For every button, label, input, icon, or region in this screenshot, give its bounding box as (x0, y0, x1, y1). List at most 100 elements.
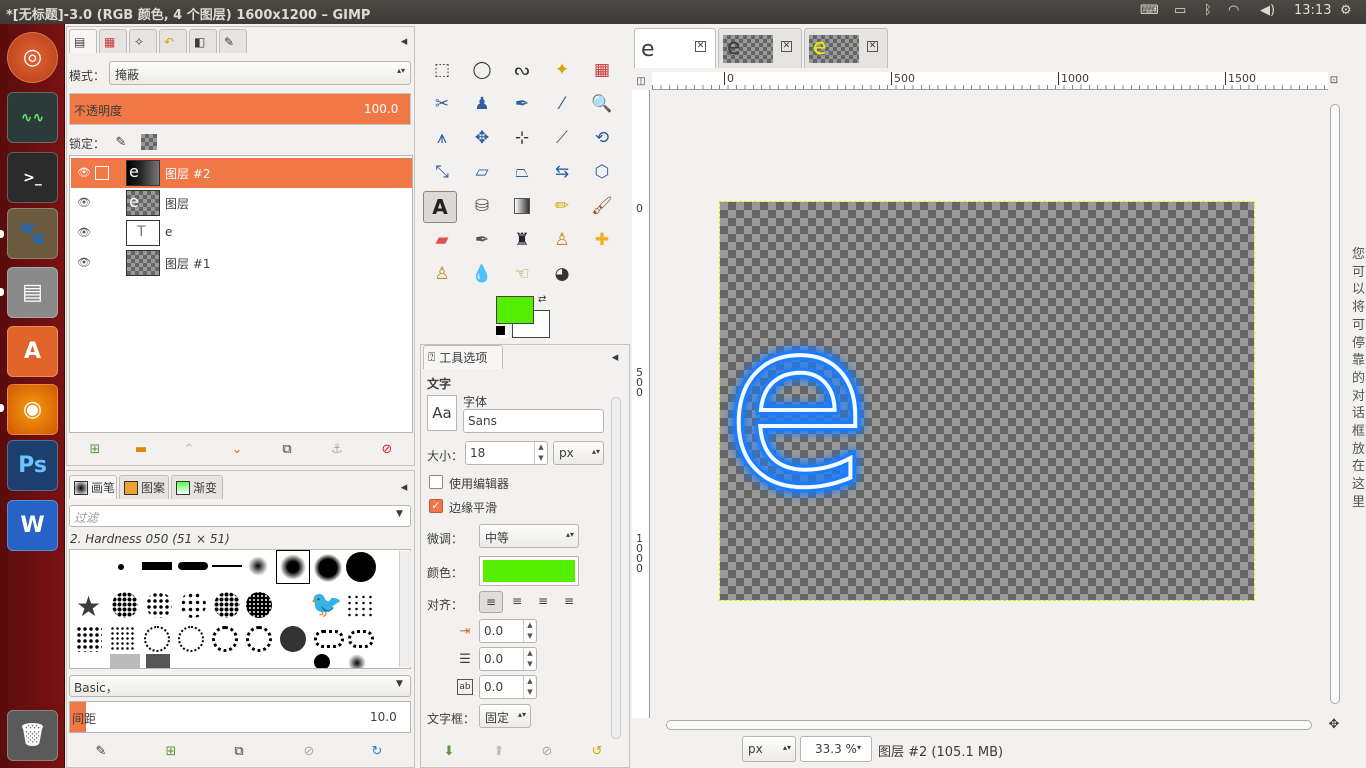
scale-icon[interactable]: ⤡ (428, 158, 456, 186)
airbrush-icon[interactable]: ✒ (468, 226, 496, 254)
pencil-icon[interactable]: ✏ (548, 192, 576, 220)
ubuntu-icon[interactable]: ◎ (7, 32, 58, 83)
foreground-color[interactable] (496, 296, 534, 324)
dock-menu-icon[interactable]: ◂ (396, 33, 412, 49)
unit-select[interactable]: px ▴▾ (742, 736, 796, 762)
mode-select[interactable]: 掩蔽 ▴▾ (109, 61, 411, 85)
channels-tab-icon[interactable]: ▦ (99, 29, 127, 53)
image-tab-3[interactable]: e ✕ (804, 28, 888, 68)
eye-icon[interactable]: 👁 (77, 256, 91, 269)
color-picker-icon[interactable]: ⁄ (548, 90, 576, 118)
brush-item[interactable] (110, 626, 136, 652)
brush-item[interactable] (112, 592, 138, 618)
duplicate-layer-icon[interactable]: ⧉ (279, 441, 295, 457)
brush-item[interactable] (246, 592, 272, 618)
brush-item-selected[interactable] (276, 550, 310, 584)
eraser-icon[interactable]: ▰ (428, 226, 456, 254)
layer-row-4[interactable]: 👁 图层 #1 (71, 248, 412, 278)
brush-item[interactable] (180, 592, 206, 618)
canvas-area[interactable]: e e (652, 90, 1328, 718)
tab-brushes[interactable]: 画笔 (69, 475, 117, 499)
rect-select-icon[interactable]: ⬚ (428, 56, 456, 84)
brush-item[interactable] (146, 654, 170, 668)
anchor-icon[interactable]: ⚓ (329, 441, 345, 457)
brush-tab-icon[interactable]: ✎ (219, 29, 247, 53)
justify-center-icon[interactable]: ≡ (531, 591, 555, 613)
box-select[interactable]: 固定 ▴▾ (479, 704, 531, 728)
tool-options-scrollbar[interactable] (611, 397, 621, 739)
brush-item[interactable] (346, 552, 376, 582)
new-group-icon[interactable]: ▬ (133, 441, 149, 457)
undo-tab-icon[interactable]: ↶ (159, 29, 187, 53)
flip-icon[interactable]: ⇆ (548, 158, 576, 186)
brush-item[interactable] (76, 626, 102, 652)
size-unit-select[interactable]: px ▴▾ (553, 441, 604, 465)
tab-patterns[interactable]: 图案 (119, 475, 169, 499)
brush-item[interactable] (146, 592, 172, 618)
blend-icon[interactable] (508, 192, 536, 220)
move-icon[interactable]: ✥ (468, 124, 496, 152)
brush-item[interactable] (246, 626, 272, 652)
gradient-tab-icon[interactable]: ◧ (189, 29, 217, 53)
text-tool-icon[interactable]: A (423, 191, 457, 223)
hinting-select[interactable]: 中等 ▴▾ (479, 524, 579, 548)
brush-item[interactable] (348, 630, 374, 648)
bluetooth-icon[interactable]: ᛒ (1204, 3, 1212, 18)
firefox-icon[interactable]: ◉ (7, 384, 58, 435)
wifi-icon[interactable]: ◠ (1228, 3, 1239, 18)
scissors-icon[interactable]: ✂ (428, 90, 456, 118)
restore-options-icon[interactable]: ⬆ (491, 743, 507, 759)
files-icon[interactable]: ▤ (7, 267, 58, 318)
gimp-icon[interactable]: 🐾 (7, 208, 58, 259)
paths-icon[interactable]: ✒ (508, 90, 536, 118)
justify-left-icon[interactable]: ≡ (479, 591, 503, 613)
tag-select[interactable]: Basic， ▼ (69, 675, 411, 697)
antialias-checkbox[interactable]: ✓ (429, 499, 443, 513)
brush-item[interactable] (314, 654, 330, 668)
brush-item[interactable] (178, 562, 208, 570)
terminal-icon[interactable]: >_ (7, 152, 58, 203)
vertical-ruler[interactable]: 0 500 1000 (632, 90, 650, 718)
text-color-button[interactable] (479, 556, 579, 586)
close-icon[interactable]: ✕ (867, 41, 878, 52)
chain-toggle[interactable] (95, 166, 109, 180)
zoom-fit-icon[interactable]: ⊡ (1326, 72, 1342, 88)
zoom-input[interactable]: 33.3 % ▾ (800, 736, 872, 762)
perspective-clone-icon[interactable]: ♙ (428, 260, 456, 288)
line-spacing-input[interactable]: 0.0 ▲ ▼ (479, 647, 537, 671)
size-input[interactable]: 18 ▲ ▼ (465, 441, 548, 465)
heal-icon[interactable]: ✚ (588, 226, 616, 254)
brush-item[interactable] (178, 626, 204, 652)
tab-gradients[interactable]: 渐变 (171, 475, 223, 499)
layer-row-1[interactable]: 👁 e 图层 #2 (71, 158, 412, 188)
dock-menu-icon[interactable]: ◂ (607, 349, 623, 365)
horizontal-ruler[interactable]: 0 500 1000 1500 (652, 72, 1328, 90)
brush-item[interactable] (142, 562, 172, 570)
eye-icon[interactable]: 👁 (77, 226, 91, 239)
zoom-icon[interactable]: 🔍 (588, 90, 616, 118)
edit-brush-icon[interactable]: ✎ (93, 743, 109, 759)
justify-right-icon[interactable]: ≡ (505, 591, 529, 613)
brush-item[interactable] (346, 594, 372, 618)
wps-writer-icon[interactable]: W (7, 500, 58, 551)
new-brush-icon[interactable]: ⊞ (163, 743, 179, 759)
font-input[interactable]: Sans (463, 409, 604, 433)
ink-icon[interactable]: ♜ (508, 226, 536, 254)
image-tab-2[interactable]: e ✕ (718, 28, 802, 68)
brush-item[interactable] (118, 564, 124, 570)
quick-mask-icon[interactable]: ◫ (633, 73, 649, 89)
shear-icon[interactable]: ▱ (468, 158, 496, 186)
blur-icon[interactable]: 💧 (468, 260, 496, 288)
justify-fill-icon[interactable]: ≡ (557, 591, 581, 613)
color-select-icon[interactable]: ▦ (588, 56, 616, 84)
image-canvas[interactable]: e e (719, 201, 1255, 601)
save-options-icon[interactable]: ⬇ (441, 743, 457, 759)
new-layer-icon[interactable]: ⊞ (87, 441, 103, 457)
photoshop-icon[interactable]: Ps (7, 440, 58, 491)
reset-options-icon[interactable]: ↺ (589, 743, 605, 759)
use-editor-checkbox[interactable] (429, 475, 443, 489)
navigate-icon[interactable]: ✥ (1326, 716, 1342, 732)
paths-tab-icon[interactable]: ✧ (129, 29, 157, 53)
foreground-select-icon[interactable]: ♟ (468, 90, 496, 118)
tab-tool-options[interactable]: ⍰ 工具选项 (423, 345, 503, 369)
